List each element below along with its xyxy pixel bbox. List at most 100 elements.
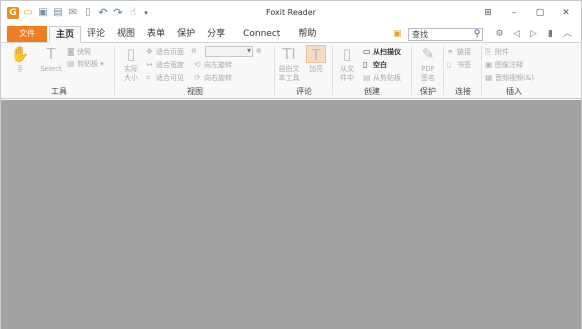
tab-form[interactable]: 表单	[141, 26, 171, 43]
group-view: ▯ 实际 大小 ✥适合页面 ↔适合宽度 ⌗ 适合可见 ⊖ ⊕ ⟲向左旋转 ⟳向右旋…	[116, 43, 274, 99]
pdf-sign-button[interactable]: ✎ PDF 签名	[415, 45, 441, 83]
group-comment: TI 自由文 本工具 T 加亮 评论	[276, 43, 332, 99]
tab-comment[interactable]: 评论	[81, 26, 111, 43]
title-bar: G ▭ ▣ ▤ ✉ ▯ ↶ ↷ ☝ ▾ Foxit Reader ⊞ – ▢ ✕	[1, 1, 581, 26]
typewriter-icon: TI	[282, 45, 296, 63]
bookmark-button[interactable]: ▯ 书签	[447, 59, 471, 70]
rotate-left-label: 向左旋转	[204, 61, 232, 69]
settings-icon[interactable]: ⚙	[494, 28, 505, 41]
group-divider	[481, 46, 482, 95]
attachment-button[interactable]: ⎘ 附件	[485, 46, 509, 57]
clipboard-label: 剪贴板	[77, 60, 98, 68]
group-divider	[411, 46, 412, 95]
rotate-left-icon: ⟲	[194, 60, 201, 69]
group-links-title: 连接	[455, 87, 471, 96]
group-create-title: 创建	[364, 87, 380, 96]
ribbon-tabs: 主页 评论 视图 表单 保护 分享 Connect 帮助	[49, 26, 322, 43]
ribbon: ✋ 手 T Select ◙ 快照 ▤ 剪贴板 ▾ 工具 ▯ 实际 大小 ✥ 适…	[1, 43, 581, 99]
previous-icon[interactable]: ◁	[511, 28, 522, 41]
actual-size-button[interactable]: ▯ 实际 大小	[118, 45, 144, 83]
hand-button[interactable]: ✋ 手	[7, 45, 33, 74]
clipboard-icon: ▤	[67, 59, 75, 68]
app-window: G ▭ ▣ ▤ ✉ ▯ ↶ ↷ ☝ ▾ Foxit Reader ⊞ – ▢ ✕…	[0, 0, 582, 329]
attachment-icon: ⎘	[485, 47, 492, 56]
from-clipboard-button[interactable]: ▤ 从剪贴板	[363, 72, 401, 83]
scanner-icon: ▭	[363, 47, 371, 56]
fit-visible-icon: ⌗	[146, 73, 151, 82]
snapshot-label: 快照	[77, 48, 91, 56]
fit-visible-label: 适合可见	[156, 74, 184, 82]
tab-connect[interactable]: Connect	[237, 26, 286, 43]
tab-share[interactable]: 分享	[201, 26, 231, 43]
maximize-icon[interactable]: ▢	[533, 7, 547, 19]
typewriter-button[interactable]: TI 自由文 本工具	[276, 45, 302, 83]
zoom-level-select[interactable]	[205, 46, 253, 57]
group-tools-title: 工具	[51, 87, 67, 96]
group-divider	[332, 46, 333, 95]
tab-help[interactable]: 帮助	[292, 26, 322, 43]
audio-video-button[interactable]: ▦ 音频视频(&)	[485, 72, 534, 83]
ribbon-tab-row: 文件 主页 评论 视图 表单 保护 分享 Connect 帮助 ▣ 查找 ⚲ ⚙…	[1, 26, 581, 43]
zoom-in-icon[interactable]: ⊕	[256, 46, 262, 57]
blank-button[interactable]: ▯ 空白	[363, 59, 387, 70]
from-file-label-2: 件中	[340, 74, 354, 82]
group-view-title: 视图	[187, 87, 203, 96]
restore-tile-icon[interactable]: ⊞	[481, 7, 495, 19]
zoom-out-icon[interactable]: ⊖	[191, 46, 197, 57]
clipboard-page-icon: ▤	[363, 73, 371, 82]
close-icon[interactable]: ✕	[559, 7, 573, 19]
next-icon[interactable]: ▷	[528, 28, 539, 41]
fit-width-label: 适合宽度	[156, 61, 184, 69]
collapse-ribbon-icon[interactable]: ︿	[562, 28, 573, 41]
tab-row-controls: ⚙ ◁ ▷ ▮ ︿	[494, 28, 573, 41]
skin-icon[interactable]: ▮	[545, 28, 556, 41]
select-text-icon: T	[46, 45, 56, 63]
media-icon: ▦	[485, 73, 493, 82]
link-button[interactable]: ⚭ 链接	[447, 46, 471, 57]
fit-visible-button[interactable]: ⌗ 适合可见	[146, 72, 184, 83]
highlight-icon: T	[306, 45, 326, 64]
minimize-icon[interactable]: –	[507, 7, 521, 19]
group-links: ⚭ 链接 ▯ 书签 连接	[445, 43, 481, 99]
group-divider	[114, 46, 115, 95]
hand-icon: ✋	[10, 45, 30, 63]
from-scanner-button[interactable]: ▭ 从扫描仪	[363, 46, 401, 57]
group-divider	[274, 46, 275, 95]
fit-page-icon: ✥	[146, 47, 153, 56]
from-file-button[interactable]: ▯ 从文 件中	[334, 45, 360, 83]
group-insert: ⎘ 附件 ▣ 图像注释 ▦ 音频视频(&) 插入	[483, 43, 545, 99]
rotate-right-label: 向右旋转	[204, 74, 232, 82]
select-button[interactable]: T Select	[37, 45, 65, 74]
highlight-label: 加亮	[309, 65, 323, 73]
group-protect: ✎ PDF 签名 保护	[413, 43, 443, 99]
find-options-icon[interactable]: ▣	[393, 29, 405, 40]
rotate-right-icon: ⟳	[194, 73, 201, 82]
group-insert-title: 插入	[506, 87, 522, 96]
fit-width-button[interactable]: ↔ 适合宽度	[146, 59, 184, 70]
group-tools: ✋ 手 T Select ◙ 快照 ▤ 剪贴板 ▾ 工具	[5, 43, 113, 99]
group-create: ▯ 从文 件中 ▭ 从扫描仪 ▯ 空白 ▤ 从剪贴板 创建	[334, 43, 410, 99]
tab-file[interactable]: 文件	[7, 26, 47, 42]
rotate-left-button[interactable]: ⟲ 向左旋转	[194, 59, 232, 70]
tab-home[interactable]: 主页	[49, 26, 82, 43]
select-label: Select	[40, 65, 62, 73]
fit-page-button[interactable]: ✥ 适合页面	[146, 46, 184, 57]
document-area[interactable]	[1, 100, 581, 329]
link-icon: ⚭	[447, 47, 454, 56]
image-annotation-button[interactable]: ▣ 图像注释	[485, 59, 523, 70]
blank-page-icon: ▯	[363, 60, 368, 69]
fit-width-icon: ↔	[146, 60, 153, 69]
image-icon: ▣	[485, 60, 493, 69]
image-annotation-label: 图像注释	[495, 61, 523, 69]
pdf-sign-label-1: PDF	[421, 65, 435, 73]
tab-view[interactable]: 视图	[111, 26, 141, 43]
search-icon[interactable]: ⚲	[471, 28, 483, 41]
rotate-right-button[interactable]: ⟳ 向右旋转	[194, 72, 232, 83]
window-controls: ⊞ – ▢ ✕	[481, 7, 573, 19]
from-file-icon: ▯	[342, 45, 352, 63]
actual-size-label-1: 实际	[124, 65, 138, 73]
clipboard-button[interactable]: ▤ 剪贴板 ▾	[67, 58, 104, 69]
snapshot-button[interactable]: ◙ 快照	[67, 46, 91, 57]
tab-protect[interactable]: 保护	[171, 26, 201, 43]
highlight-button[interactable]: T 加亮	[305, 45, 327, 74]
